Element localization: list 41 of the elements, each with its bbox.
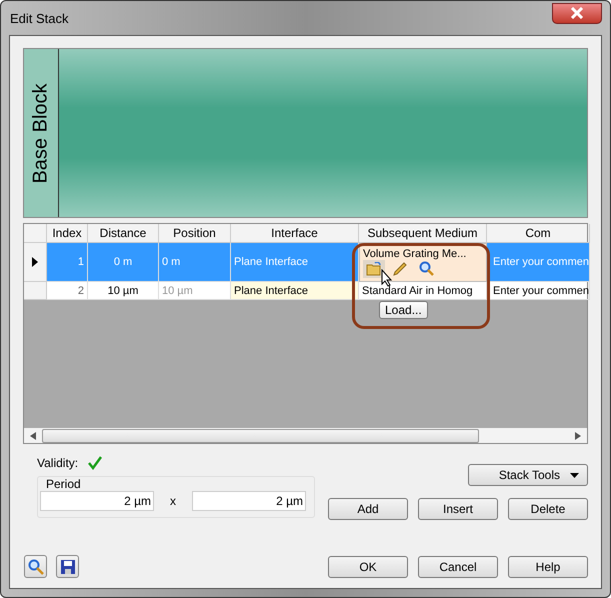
horizontal-scrollbar[interactable]	[24, 428, 587, 443]
preview-button[interactable]	[24, 555, 47, 578]
table-cell: 0 m	[159, 243, 231, 282]
table-cell: 0 m	[88, 243, 159, 282]
separator-label: x	[170, 494, 176, 508]
row-pointer-icon	[32, 257, 38, 267]
table-cell: 1	[47, 243, 88, 282]
table-cell: Plane Interface	[231, 243, 359, 282]
tooltip: Load...	[379, 301, 428, 319]
dialog-button[interactable]: Cancel	[418, 556, 498, 578]
dropdown-arrow-icon	[570, 472, 579, 478]
search-icon	[418, 261, 434, 276]
row-header[interactable]	[24, 243, 47, 282]
period-x-field[interactable]: 2 µm	[40, 491, 154, 511]
period-label: Period	[46, 477, 81, 491]
stack-tools-button[interactable]: Stack Tools	[468, 464, 588, 486]
close-button[interactable]	[552, 2, 602, 24]
base-block-label: Base Block	[30, 82, 52, 184]
search-icon	[28, 558, 44, 574]
dialog-button[interactable]: Help	[508, 556, 588, 578]
window-title: Edit Stack	[9, 10, 69, 26]
table-cell: Enter your commen	[487, 282, 590, 300]
table-cell: Volume Grating Me...	[363, 248, 466, 260]
table-cell: Enter your commen	[487, 243, 590, 282]
scroll-right-icon	[575, 432, 581, 440]
close-icon	[570, 7, 584, 19]
pencil-icon	[393, 262, 407, 276]
dialog-button[interactable]: OK	[328, 556, 408, 578]
scroll-left-icon	[30, 432, 36, 440]
folder-icon	[366, 262, 382, 276]
action-button[interactable]: Delete	[508, 498, 588, 520]
table-cell: Plane Interface	[231, 282, 359, 300]
period-y-field[interactable]: 2 µm	[192, 491, 306, 511]
action-button[interactable]: Insert	[418, 498, 498, 520]
table-cell: 10 µm	[88, 282, 159, 300]
column-header[interactable]: Subsequent Medium	[359, 224, 487, 243]
table-cell: 2	[47, 282, 88, 300]
validity-label: Validity:	[37, 456, 78, 470]
action-button[interactable]: Add	[328, 498, 408, 520]
save-button[interactable]	[56, 555, 79, 578]
load-button[interactable]	[363, 260, 385, 278]
